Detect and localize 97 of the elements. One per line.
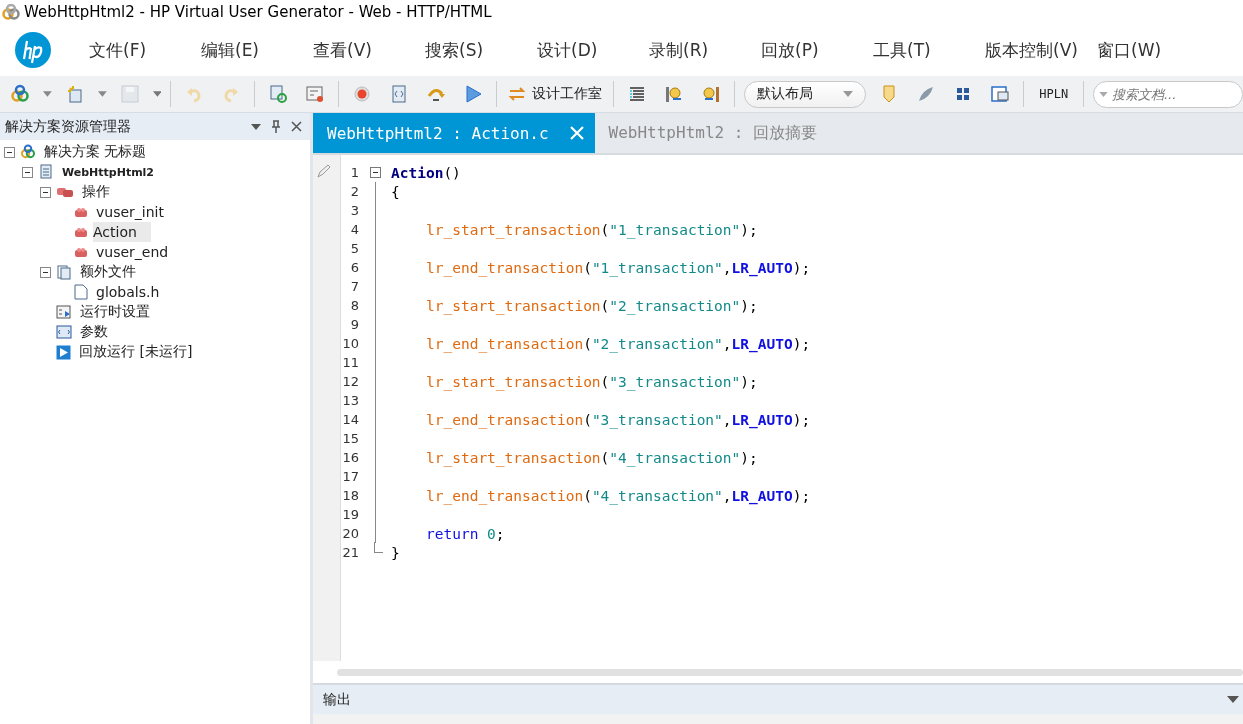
script-code-icon[interactable] xyxy=(389,84,409,104)
tree-item[interactable]: 解决方案 无标题 xyxy=(41,142,150,162)
brick-icon xyxy=(74,226,88,238)
menu-item[interactable]: 窗口(W) xyxy=(1097,38,1209,62)
refresh-script-icon[interactable] xyxy=(268,84,289,104)
search-field[interactable]: 搜索文档... xyxy=(1093,80,1243,108)
swap-arrows-icon xyxy=(507,85,526,103)
solution-icon xyxy=(20,144,36,160)
dropdown-caret-icon xyxy=(843,91,854,97)
dropdown-caret-icon[interactable] xyxy=(152,91,162,97)
menu-item[interactable]: 录制(R) xyxy=(649,38,761,62)
close-icon[interactable] xyxy=(291,121,302,132)
code-line: lr_start_transaction("3_transaction"); xyxy=(425,373,758,390)
dropdown-caret-icon[interactable] xyxy=(251,123,261,130)
line-number: 10 xyxy=(341,336,359,351)
tree-item[interactable]: WebHttpHtml2 xyxy=(59,164,158,180)
hp-logo-icon xyxy=(15,32,51,68)
line-number: 7 xyxy=(349,279,359,294)
pin-icon[interactable] xyxy=(271,120,281,133)
line-number: 17 xyxy=(341,469,359,484)
tree-item[interactable]: 参数 xyxy=(77,322,111,342)
design-studio-button[interactable]: 设计工作室 xyxy=(505,85,604,103)
code-line: { xyxy=(391,183,400,200)
collapse-toggle-icon[interactable] xyxy=(40,186,51,198)
line-number: 4 xyxy=(349,222,359,237)
line-number: 20 xyxy=(341,526,359,541)
menu-item[interactable]: 版本控制(V) xyxy=(985,38,1097,62)
window-title: WebHttpHtml2 - HP Virtual User Generator - Web - HTTP/HTML xyxy=(24,3,492,21)
tree-item[interactable]: globals.h xyxy=(93,283,163,301)
tree-item[interactable]: vuser_end xyxy=(93,243,172,261)
collapse-toggle-icon[interactable] xyxy=(4,146,15,158)
code-line: lr_end_transaction("1_transaction",LR_AUTO); xyxy=(425,259,811,276)
line-number: 21 xyxy=(341,545,359,560)
menu-item[interactable]: 工具(T) xyxy=(873,38,985,62)
line-number: 1 xyxy=(349,165,359,180)
line-number: 16 xyxy=(341,450,359,465)
tree-item[interactable]: Action xyxy=(93,222,151,242)
dropdown-caret-icon[interactable] xyxy=(43,91,52,97)
layout-dropdown[interactable]: 默认布局 xyxy=(743,80,867,108)
line-number: 14 xyxy=(341,412,359,427)
line-number: 11 xyxy=(341,355,359,370)
code-line: Action() xyxy=(391,164,461,181)
play-icon[interactable] xyxy=(463,84,483,104)
menu-item[interactable]: 设计(D) xyxy=(537,38,649,62)
scrollbar[interactable] xyxy=(337,668,1243,676)
brick-icon xyxy=(74,246,88,258)
runtime-settings-icon[interactable] xyxy=(305,84,326,104)
panel-title: 解决方案资源管理器 xyxy=(5,117,131,136)
hpln-button[interactable]: HPLN xyxy=(1033,86,1075,102)
solution-icon[interactable] xyxy=(10,84,30,104)
menu-item[interactable]: 查看(V) xyxy=(313,38,425,62)
code-line: lr_start_transaction("1_transaction"); xyxy=(425,221,758,238)
windows-icon[interactable] xyxy=(990,84,1011,104)
line-number: 8 xyxy=(349,298,359,313)
bricks-icon xyxy=(56,185,74,199)
code-line: lr_end_transaction("4_transaction",LR_AUTO); xyxy=(425,487,811,504)
line-number: 13 xyxy=(341,393,359,408)
code-line: lr_start_transaction("2_transaction"); xyxy=(425,297,758,314)
record-icon[interactable] xyxy=(352,84,372,104)
tree-item[interactable]: 运行时设置 xyxy=(77,302,153,322)
line-number: 5 xyxy=(349,241,359,256)
file-icon xyxy=(74,284,88,300)
collapse-toggle-icon[interactable] xyxy=(369,167,381,178)
line-number: 12 xyxy=(341,374,359,389)
menu-item[interactable]: 回放(P) xyxy=(761,38,873,62)
code-line: lr_end_transaction("2_transaction",LR_AUTO); xyxy=(425,335,811,352)
menu-item[interactable]: 编辑(E) xyxy=(201,38,313,62)
line-number: 2 xyxy=(349,184,359,199)
code-line: return 0; xyxy=(425,525,505,542)
play-icon xyxy=(56,344,71,360)
brick-icon xyxy=(74,206,88,218)
line-number: 15 xyxy=(341,431,359,446)
code-line: } xyxy=(391,544,400,561)
dropdown-caret-icon[interactable] xyxy=(1227,696,1239,703)
code-line: lr_start_transaction("4_transaction"); xyxy=(425,449,758,466)
menu-item[interactable]: 文件(F) xyxy=(89,38,201,62)
collapse-toggle-icon[interactable] xyxy=(40,266,51,278)
line-number: 9 xyxy=(349,317,359,332)
settings-panel-icon xyxy=(56,304,72,320)
tree-item[interactable]: 回放运行 [未运行] xyxy=(76,342,196,362)
code-line: lr_end_transaction("3_transaction",LR_AUTO); xyxy=(425,411,811,428)
line-number: 3 xyxy=(349,203,359,218)
parameter-icon xyxy=(56,324,72,340)
script-icon xyxy=(38,164,54,180)
tree-item[interactable]: 额外文件 xyxy=(77,262,139,282)
files-icon xyxy=(56,264,72,280)
tree-item[interactable]: 操作 xyxy=(79,182,113,202)
line-number: 6 xyxy=(349,260,359,275)
collapse-toggle-icon[interactable] xyxy=(22,166,33,178)
output-title: 输出 xyxy=(323,690,351,709)
line-number: 19 xyxy=(341,507,359,522)
dropdown-caret-icon[interactable] xyxy=(97,91,107,97)
line-number: 18 xyxy=(341,488,359,503)
pencil-icon xyxy=(316,163,332,179)
menu-item[interactable]: 搜索(S) xyxy=(425,38,537,62)
app-logo-icon xyxy=(2,4,20,20)
tree-item[interactable]: vuser_init xyxy=(93,203,167,221)
